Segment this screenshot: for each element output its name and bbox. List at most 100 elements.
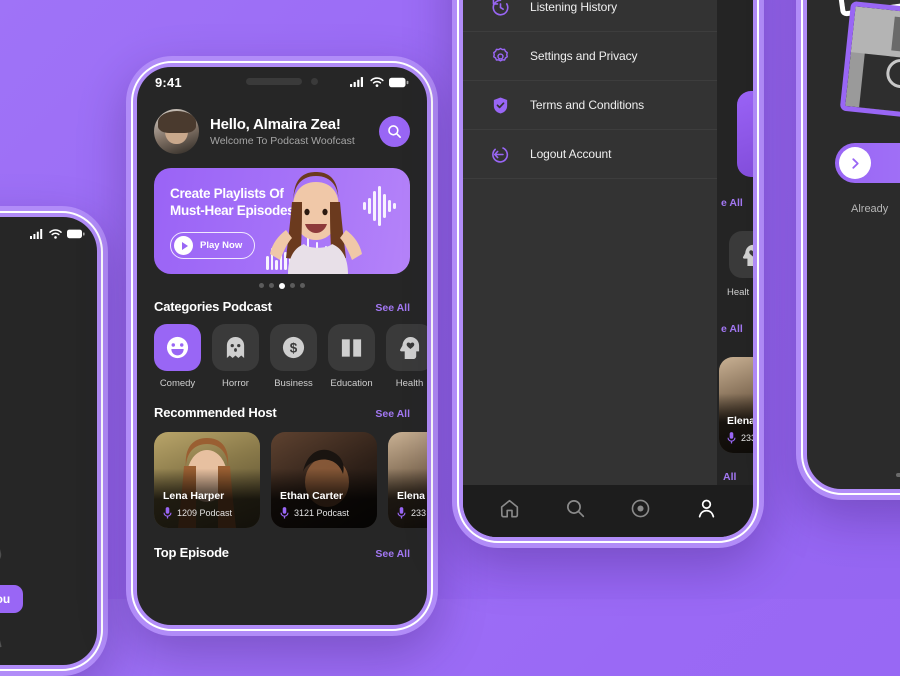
continue-button[interactable]	[835, 143, 900, 183]
avatar[interactable]	[154, 109, 199, 154]
right-phone-mockup: Already	[796, 0, 900, 500]
chevron-right-icon	[839, 147, 871, 179]
category-label: Health	[395, 378, 424, 389]
promo-banner[interactable]: Create Playlists Of Must-Hear Episodes P…	[154, 168, 410, 274]
logout-icon	[492, 146, 509, 163]
inspire-you-badge[interactable]: Inspire You	[0, 585, 24, 613]
home-indicator	[896, 473, 900, 477]
top-episode-see-all[interactable]: See All	[375, 548, 410, 560]
host-name: Ethan Carter	[280, 490, 344, 502]
top-episode-section-header: Top Episode See All	[154, 528, 410, 570]
search-icon	[566, 500, 584, 518]
category-label: Horror	[222, 378, 249, 389]
menu-label: Logout Account	[530, 147, 612, 161]
host-name: Lena Harper	[163, 490, 225, 502]
banner-sliver	[737, 91, 753, 177]
menu-label: Listening History	[530, 0, 618, 14]
carousel-dot[interactable]	[300, 283, 305, 288]
hosts-title: Recommended Host	[154, 405, 277, 420]
see-all-sliver[interactable]: e All	[721, 323, 743, 335]
hosts-section-header: Recommended Host See All	[154, 389, 410, 430]
photo-card-2[interactable]	[839, 0, 900, 128]
bottom-tab-bar	[463, 485, 753, 537]
host-count: 233 P	[411, 508, 427, 518]
mic-icon	[727, 432, 736, 444]
categories-list: Comedy Horror $ Business Education Healt…	[154, 324, 427, 389]
wifi-icon	[370, 77, 384, 87]
host-count-sliver: 233 P	[741, 433, 753, 443]
categories-see-all[interactable]: See All	[375, 302, 410, 314]
side-drawer-menu: Edit Your Profile Listening History Sett…	[463, 0, 717, 537]
host-card[interactable]: Elena M 233 P	[388, 432, 427, 528]
host-card[interactable]: Lena Harper 1209 Podcast	[154, 432, 260, 528]
tab-search[interactable]	[565, 498, 586, 524]
record-icon	[631, 499, 650, 518]
category-label-sliver: Healt	[727, 287, 750, 298]
menu-item-settings-privacy[interactable]: Settings and Privacy	[463, 32, 717, 81]
book-icon	[328, 324, 375, 371]
mic-icon	[280, 507, 289, 519]
categories-section-header: Categories Podcast See All	[154, 293, 410, 324]
play-now-label: Play Now	[200, 240, 243, 251]
host-meta: 1209 Podcast	[163, 507, 232, 519]
host-count: 1209 Podcast	[177, 508, 233, 518]
menu-item-terms-conditions[interactable]: Terms and Conditions	[463, 81, 717, 130]
hosts-see-all[interactable]: See All	[375, 408, 410, 420]
left-statusbar	[30, 229, 85, 239]
play-icon	[174, 236, 193, 255]
carousel-dot[interactable]	[290, 283, 295, 288]
status-bar: 9:41	[137, 67, 427, 97]
profile-header: Hello, Almaira Zea! Welcome To Podcast W…	[154, 97, 410, 168]
search-button[interactable]	[379, 116, 410, 147]
carousel-dot-active[interactable]	[279, 283, 285, 289]
category-label: Business	[274, 378, 313, 389]
category-item-education[interactable]: Education	[328, 324, 375, 389]
greeting-subtitle: Welcome To Podcast Woofcast	[210, 135, 355, 147]
host-meta: 3121 Podcast	[280, 507, 349, 519]
menu-item-listening-history[interactable]: Listening History	[463, 0, 717, 32]
photo-image	[845, 6, 900, 122]
see-all-sliver[interactable]: e All	[721, 197, 743, 209]
head-heart-icon	[742, 244, 753, 266]
profile-icon	[698, 499, 714, 518]
host-meta: 233 P	[397, 507, 427, 519]
host-card[interactable]: Ethan Carter 3121 Podcast	[271, 432, 377, 528]
smiley-icon	[154, 324, 201, 371]
host-name: Elena M	[397, 490, 427, 502]
head-heart-icon	[386, 324, 427, 371]
host-name-sliver: Elena M	[727, 415, 753, 427]
carousel-dot[interactable]	[259, 283, 264, 288]
gear-icon	[493, 47, 508, 62]
carousel-dot[interactable]	[269, 283, 274, 288]
left-phone-screen: AST AST	[0, 217, 97, 665]
menu-label: Settings and Privacy	[530, 49, 638, 63]
microphone-image	[0, 542, 2, 653]
tab-profile[interactable]	[696, 498, 717, 524]
tab-home[interactable]	[499, 498, 520, 524]
right-phone-screen: Already	[807, 0, 900, 489]
center-phone-screen: e All Healt e All Elena M 233 P A	[463, 0, 753, 537]
history-clock-icon	[492, 0, 509, 16]
banner-person-image	[270, 172, 362, 274]
host-card-sliver[interactable]: Elena M 233 P	[719, 357, 753, 453]
menu-item-logout[interactable]: Logout Account	[463, 130, 717, 179]
left-phone-hero: AST AST	[0, 309, 97, 398]
category-icon-sliver[interactable]	[729, 231, 753, 278]
carousel-dots[interactable]	[154, 274, 410, 293]
screenshot-stage: AST AST	[0, 0, 900, 676]
see-all-sliver[interactable]: All	[723, 471, 736, 483]
category-label: Comedy	[159, 378, 196, 389]
battery-icon	[67, 229, 85, 239]
category-label: Education	[330, 378, 373, 389]
main-phone-mockup: 9:41 Hello, Almaira Zea! Welcome To Podc	[126, 56, 438, 636]
greeting-block: Hello, Almaira Zea! Welcome To Podcast W…	[210, 116, 368, 147]
play-now-button[interactable]: Play Now	[170, 232, 256, 259]
category-item-business[interactable]: $ Business	[270, 324, 317, 389]
category-item-horror[interactable]: Horror	[212, 324, 259, 389]
search-icon	[388, 125, 401, 138]
category-item-comedy[interactable]: Comedy	[154, 324, 201, 389]
mic-icon	[163, 507, 172, 519]
category-item-health[interactable]: Health	[386, 324, 427, 389]
tab-record[interactable]	[630, 498, 651, 524]
already-account-text[interactable]: Already	[851, 203, 888, 215]
